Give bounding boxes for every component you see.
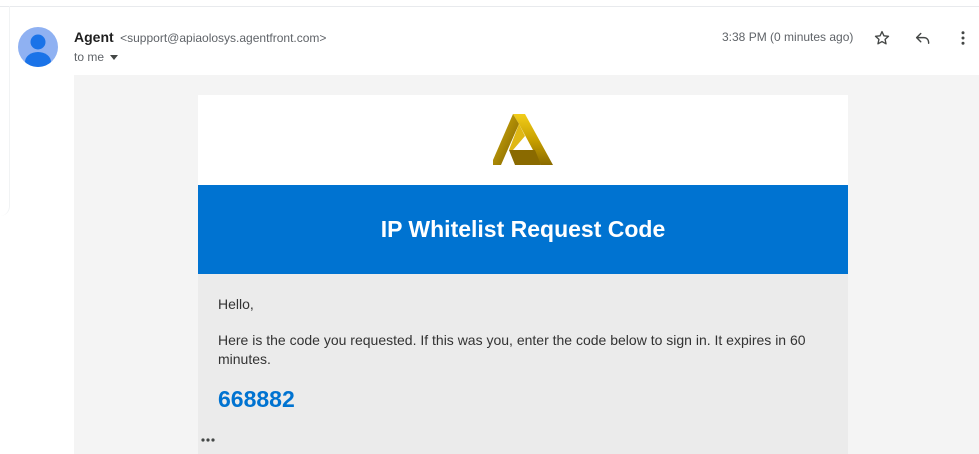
email-body-text: Here is the code you requested. If this … [218, 332, 806, 367]
email-content: Hello, Here is the code you requested. I… [198, 274, 848, 454]
star-button[interactable] [870, 26, 894, 50]
show-trimmed-content-button[interactable] [200, 434, 220, 446]
verification-code: 668882 [218, 386, 295, 412]
more-horiz-icon [201, 438, 215, 442]
more-vert-icon [961, 31, 965, 45]
sender-email: <support@apiaolosys.agentfront.com> [120, 31, 327, 45]
reply-icon [915, 32, 930, 44]
person-avatar-icon [25, 34, 51, 67]
sender-name[interactable]: Agent [74, 29, 114, 45]
left-panel-edge [0, 6, 10, 216]
email-card: IP Whitelist Request Code Hello, Here is… [198, 95, 848, 454]
email-banner: IP Whitelist Request Code [198, 185, 848, 274]
more-options-button[interactable] [951, 26, 975, 50]
caret-down-icon [110, 54, 119, 60]
sender-avatar[interactable] [18, 27, 58, 67]
star-icon [874, 30, 890, 45]
email-greeting: Hello, [218, 296, 254, 312]
sender-line: Agent <support@apiaolosys.agentfront.com… [74, 29, 326, 47]
top-divider [0, 6, 979, 7]
email-view: Agent <support@apiaolosys.agentfront.com… [0, 0, 979, 454]
email-body-background: IP Whitelist Request Code Hello, Here is… [74, 75, 979, 454]
logo-area [198, 95, 848, 185]
email-title: IP Whitelist Request Code [380, 216, 666, 242]
recipient-label: to me [74, 50, 105, 64]
agent-logo-icon [493, 114, 553, 165]
message-timestamp: 3:38 PM (0 minutes ago) [722, 30, 854, 44]
recipient-details-toggle[interactable]: to me [74, 50, 119, 64]
reply-button[interactable] [911, 26, 935, 50]
